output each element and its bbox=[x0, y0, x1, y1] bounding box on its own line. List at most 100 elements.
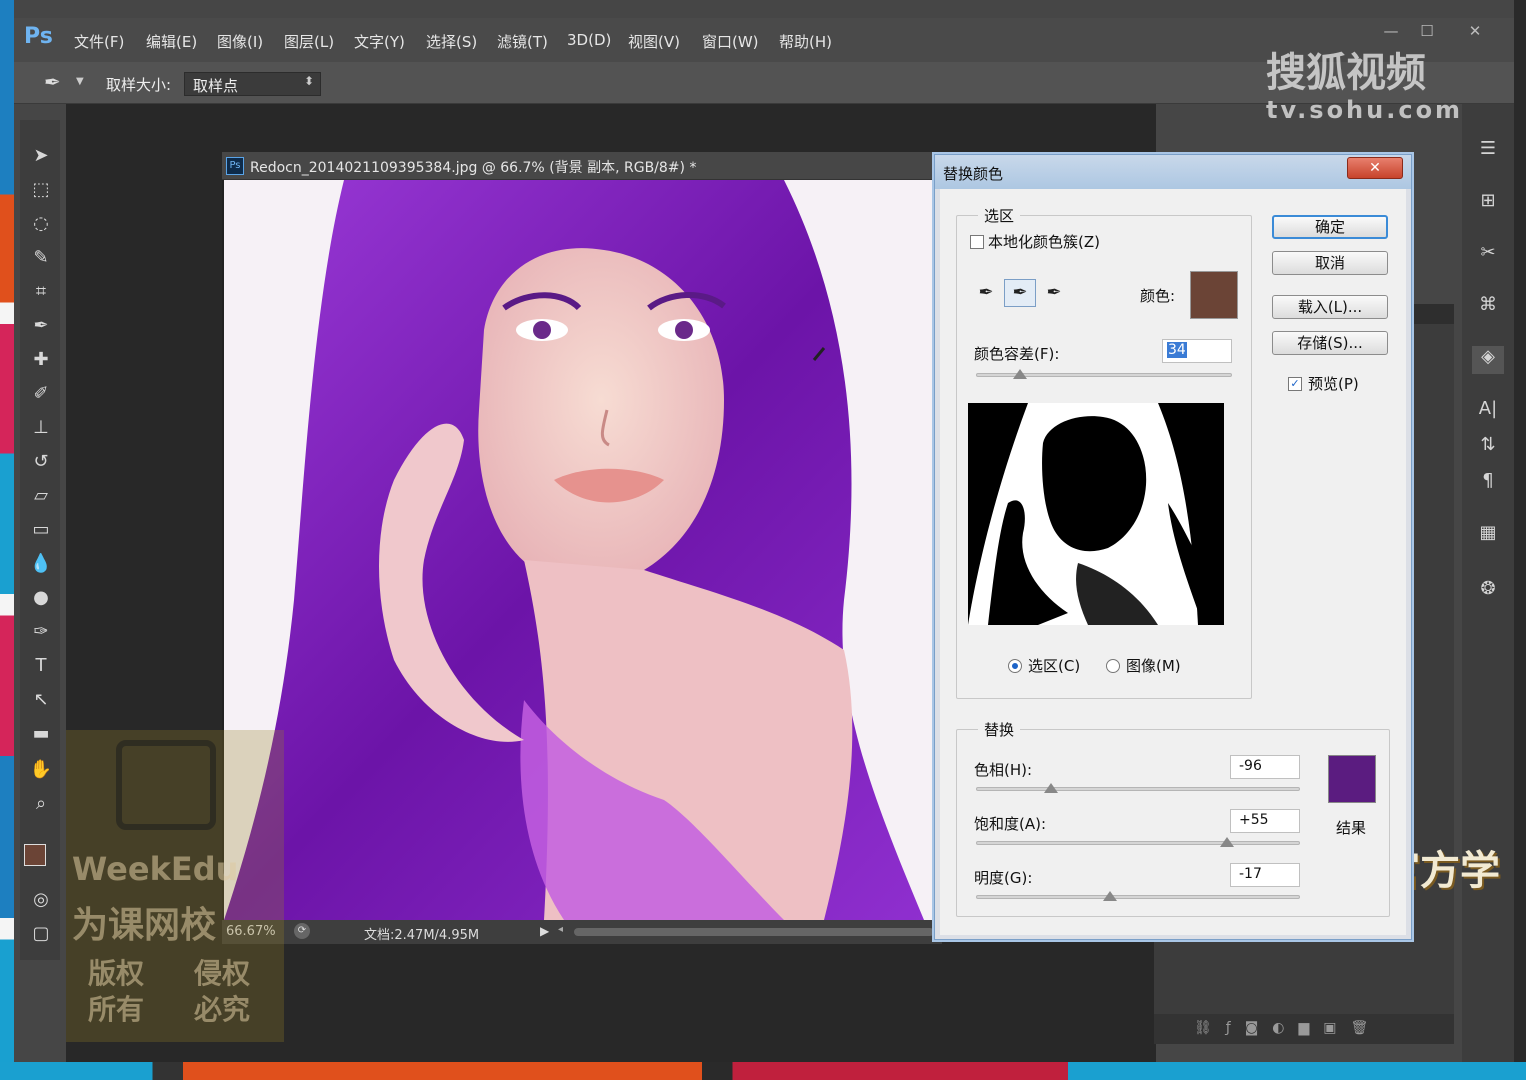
menu-filter[interactable]: 滤镜(T) bbox=[497, 31, 548, 52]
fuzziness-value: 34 bbox=[1167, 342, 1187, 358]
dialog-close-button[interactable]: ✕ bbox=[1347, 157, 1403, 179]
saturation-field[interactable]: +55 bbox=[1230, 809, 1300, 833]
saturation-label: 饱和度(A): bbox=[974, 815, 1047, 833]
tools-icon[interactable]: ✂ bbox=[1472, 242, 1504, 270]
type-tool-icon[interactable]: T bbox=[26, 652, 56, 680]
document-window: Ps Redocn_2014021109395384.jpg @ 66.7% (… bbox=[222, 152, 942, 944]
screen-mode-icon[interactable]: ▢ bbox=[26, 920, 56, 948]
swatches-icon[interactable]: ▦ bbox=[1472, 522, 1504, 550]
menu-window[interactable]: 窗口(W) bbox=[702, 31, 759, 52]
path-select-icon[interactable]: ↖ bbox=[26, 686, 56, 714]
history-brush-icon[interactable]: ↺ bbox=[26, 448, 56, 476]
selection-radio[interactable] bbox=[1008, 659, 1022, 673]
zoom-tool-icon[interactable]: ⌕ bbox=[26, 790, 56, 818]
properties-icon[interactable]: ⊞ bbox=[1472, 190, 1504, 218]
dialog-body: 选区 本地化颜色簇(Z) ✒ ✒ ✒ 颜色: 颜色容差(F): 34 选区(C)… bbox=[940, 189, 1406, 935]
gradient-tool-icon[interactable]: ▭ bbox=[26, 516, 56, 544]
maximize-button[interactable]: ☐ bbox=[1412, 22, 1442, 42]
localized-clusters-checkbox[interactable] bbox=[970, 235, 984, 249]
selection-radio-label: 选区(C) bbox=[1028, 657, 1081, 675]
hand-tool-icon[interactable]: ✋ bbox=[26, 756, 56, 784]
crop-tool-icon[interactable]: ⌗ bbox=[26, 278, 56, 306]
photoshop-window: Ps 文件(F) 编辑(E) 图像(I) 图层(L) 文字(Y) 选择(S) 滤… bbox=[14, 0, 1514, 1062]
horizontal-scrollbar[interactable] bbox=[574, 928, 934, 936]
lasso-tool-icon[interactable]: ◌ bbox=[26, 210, 56, 238]
menu-3d[interactable]: 3D(D) bbox=[567, 31, 611, 49]
foreground-color-swatch[interactable] bbox=[24, 844, 46, 866]
fuzziness-slider-thumb[interactable] bbox=[1012, 369, 1027, 379]
image-radio-label: 图像(M) bbox=[1126, 657, 1181, 675]
status-info-icon[interactable]: ⟳ bbox=[294, 923, 310, 939]
layers-icon[interactable]: ◈ bbox=[1472, 346, 1504, 374]
quick-select-tool-icon[interactable]: ✎ bbox=[26, 244, 56, 272]
portrait-image bbox=[224, 180, 940, 920]
image-radio[interactable] bbox=[1106, 659, 1120, 673]
healing-tool-icon[interactable]: ✚ bbox=[26, 346, 56, 374]
add-to-sample-eyedropper-icon[interactable]: ✒ bbox=[1004, 279, 1036, 307]
eyedropper-icon[interactable]: ✒ bbox=[44, 70, 61, 94]
subtract-from-sample-eyedropper-icon[interactable]: ✒ bbox=[1038, 279, 1070, 307]
brush-tool-icon[interactable]: ✐ bbox=[26, 380, 56, 408]
rights-text-1: 版权 bbox=[88, 957, 145, 990]
paragraph-icon[interactable]: ¶ bbox=[1472, 470, 1504, 498]
dialog-titlebar[interactable]: 替换颜色 ✕ bbox=[935, 155, 1411, 189]
eyedropper-icon[interactable]: ✒ bbox=[970, 279, 1002, 307]
paths-icon[interactable]: ⌘ bbox=[1472, 294, 1504, 322]
stamp-tool-icon[interactable]: ⊥ bbox=[26, 414, 56, 442]
tool-preset-arrow-icon[interactable]: ▼ bbox=[76, 76, 84, 87]
hue-slider-thumb[interactable] bbox=[1044, 783, 1059, 793]
document-tab[interactable]: Ps Redocn_2014021109395384.jpg @ 66.7% (… bbox=[222, 152, 942, 180]
hue-field[interactable]: -96 bbox=[1230, 755, 1300, 779]
pen-tool-icon[interactable]: ✑ bbox=[26, 618, 56, 646]
result-color-swatch[interactable] bbox=[1328, 755, 1376, 803]
selection-mask-image bbox=[968, 403, 1224, 625]
sample-size-select[interactable]: 取样点 ⬍ bbox=[184, 72, 321, 96]
menu-select[interactable]: 选择(S) bbox=[426, 31, 477, 52]
minimize-button[interactable]: — bbox=[1376, 22, 1406, 42]
weekedu-logo-icon bbox=[116, 740, 216, 830]
quick-mask-icon[interactable]: ◎ bbox=[26, 886, 56, 914]
3d-icon[interactable]: ❂ bbox=[1472, 578, 1504, 606]
tools-panel: ➤ ⬚ ◌ ✎ ⌗ ✒ ✚ ✐ ⊥ ↺ ▱ ▭ 💧 ● ✑ T ↖ ▬ ✋ ⌕ … bbox=[20, 120, 60, 960]
menu-layer[interactable]: 图层(L) bbox=[284, 31, 334, 52]
eyedropper-tool-icon[interactable]: ✒ bbox=[26, 312, 56, 340]
lightness-field[interactable]: -17 bbox=[1230, 863, 1300, 887]
selection-group-label: 选区 bbox=[978, 205, 1021, 226]
menu-image[interactable]: 图像(I) bbox=[217, 31, 263, 52]
rights-text-4: 必究 bbox=[194, 993, 251, 1026]
load-button[interactable]: 载入(L)... bbox=[1272, 295, 1388, 319]
scroll-left-icon[interactable]: ◂ bbox=[558, 924, 563, 935]
sample-color-swatch[interactable] bbox=[1190, 271, 1238, 319]
save-button[interactable]: 存储(S)... bbox=[1272, 331, 1388, 355]
image-canvas[interactable] bbox=[224, 180, 940, 920]
layers-footer-icons[interactable]: ⛓ƒ◙◐▆▣🗑 bbox=[1154, 1014, 1454, 1044]
cancel-button[interactable]: 取消 bbox=[1272, 251, 1388, 275]
shape-tool-icon[interactable]: ▬ bbox=[26, 720, 56, 748]
close-window-button[interactable]: ✕ bbox=[1460, 22, 1490, 42]
menu-edit[interactable]: 编辑(E) bbox=[146, 31, 197, 52]
menu-view[interactable]: 视图(V) bbox=[628, 31, 680, 52]
status-arrow-icon[interactable]: ▶ bbox=[540, 924, 549, 938]
marquee-tool-icon[interactable]: ⬚ bbox=[26, 176, 56, 204]
fuzziness-field[interactable]: 34 bbox=[1162, 339, 1232, 363]
blur-tool-icon[interactable]: 💧 bbox=[26, 550, 56, 578]
lightness-slider-track[interactable] bbox=[976, 895, 1300, 899]
document-title: Redocn_2014021109395384.jpg @ 66.7% (背景 … bbox=[250, 160, 697, 176]
saturation-slider-thumb[interactable] bbox=[1220, 837, 1235, 847]
preview-checkbox[interactable]: ✓ bbox=[1288, 377, 1302, 391]
glyphs-icon[interactable]: ⇅ bbox=[1472, 434, 1504, 462]
eraser-tool-icon[interactable]: ▱ bbox=[26, 482, 56, 510]
menu-type[interactable]: 文字(Y) bbox=[354, 31, 405, 52]
hue-slider-track[interactable] bbox=[976, 787, 1300, 791]
adjustments-icon[interactable]: ☰ bbox=[1472, 138, 1504, 166]
menu-file[interactable]: 文件(F) bbox=[74, 31, 124, 52]
weekedu-name: WeekEdu bbox=[72, 850, 239, 888]
saturation-slider-track[interactable] bbox=[976, 841, 1300, 845]
lightness-slider-thumb[interactable] bbox=[1103, 891, 1118, 901]
ok-button[interactable]: 确定 bbox=[1272, 215, 1388, 239]
dodge-tool-icon[interactable]: ● bbox=[26, 584, 56, 612]
selection-preview[interactable] bbox=[968, 403, 1224, 625]
menu-help[interactable]: 帮助(H) bbox=[779, 31, 832, 52]
character-icon[interactable]: A| bbox=[1472, 398, 1504, 426]
move-tool-icon[interactable]: ➤ bbox=[26, 142, 56, 170]
